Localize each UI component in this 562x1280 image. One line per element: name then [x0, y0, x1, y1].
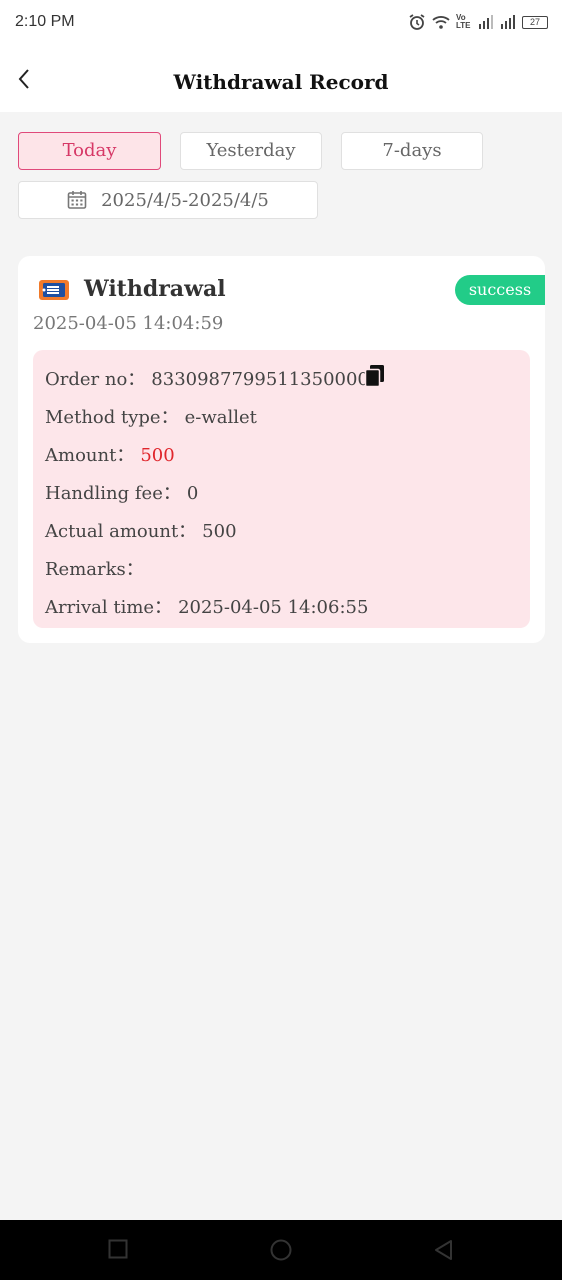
arrival-time-label: Arrival time：	[45, 597, 173, 618]
back-triangle-icon[interactable]	[433, 1239, 453, 1261]
record-title: Withdrawal	[84, 276, 226, 302]
volte-icon: Vo LTE	[456, 13, 471, 30]
signal-icon	[501, 15, 515, 29]
actual-amount-row: Actual amount： 500	[45, 517, 237, 543]
status-icons: Vo LTE 27	[408, 12, 548, 32]
order-no-label: Order no：	[45, 369, 146, 390]
remarks-row: Remarks：	[45, 555, 150, 581]
record-datetime: 2025-04-05 14:04:59	[33, 313, 224, 334]
battery-icon: 27	[522, 15, 548, 29]
recents-square-icon[interactable]	[108, 1239, 128, 1259]
order-no-value: 83309877995113500001	[151, 369, 381, 390]
actual-amount-label: Actual amount：	[45, 521, 197, 542]
home-circle-icon[interactable]	[270, 1239, 292, 1261]
arrival-time-row: Arrival time： 2025-04-05 14:06:55	[45, 593, 368, 619]
method-value: e-wallet	[184, 407, 257, 428]
method-row: Method type： e-wallet	[45, 403, 257, 429]
page-title: Withdrawal Record	[173, 70, 389, 94]
order-no-row: Order no： 83309877995113500001	[45, 365, 380, 391]
fee-label: Handling fee：	[45, 483, 181, 504]
remarks-label: Remarks：	[45, 559, 144, 580]
method-label: Method type：	[45, 407, 179, 428]
actual-amount-value: 500	[202, 521, 237, 542]
signal-icon	[479, 15, 493, 29]
alarm-icon	[409, 14, 425, 30]
status-time: 2:10 PM	[15, 13, 75, 30]
amount-label: Amount：	[45, 445, 135, 466]
app-header: Withdrawal Record	[0, 44, 562, 112]
amount-value: 500	[140, 445, 175, 466]
filter-7days-button[interactable]: 7-days	[341, 132, 483, 170]
wallet-icon	[39, 280, 69, 300]
system-nav-bar	[0, 1220, 562, 1280]
fee-value: 0	[186, 483, 199, 504]
filter-today-button[interactable]: Today	[18, 132, 161, 170]
amount-row: Amount： 500	[45, 441, 175, 467]
status-badge: success	[455, 275, 545, 305]
calendar-icon	[67, 191, 87, 209]
withdrawal-record-card: Withdrawal success 2025-04-05 14:04:59 O…	[18, 256, 545, 643]
copy-icon[interactable]	[364, 364, 386, 388]
battery-level: 27	[529, 16, 540, 27]
record-details: Order no： 83309877995113500001 Method typ…	[33, 350, 530, 628]
date-range-text: 2025/4/5-2025/4/5	[101, 189, 269, 211]
arrival-time-value: 2025-04-05 14:06:55	[178, 597, 369, 618]
filter-yesterday-button[interactable]: Yesterday	[180, 132, 322, 170]
wifi-icon	[432, 16, 450, 29]
status-bar: 2:10 PM Vo LTE 27	[0, 0, 562, 44]
fee-row: Handling fee： 0	[45, 479, 198, 505]
date-range-picker[interactable]: 2025/4/5-2025/4/5	[18, 181, 318, 219]
